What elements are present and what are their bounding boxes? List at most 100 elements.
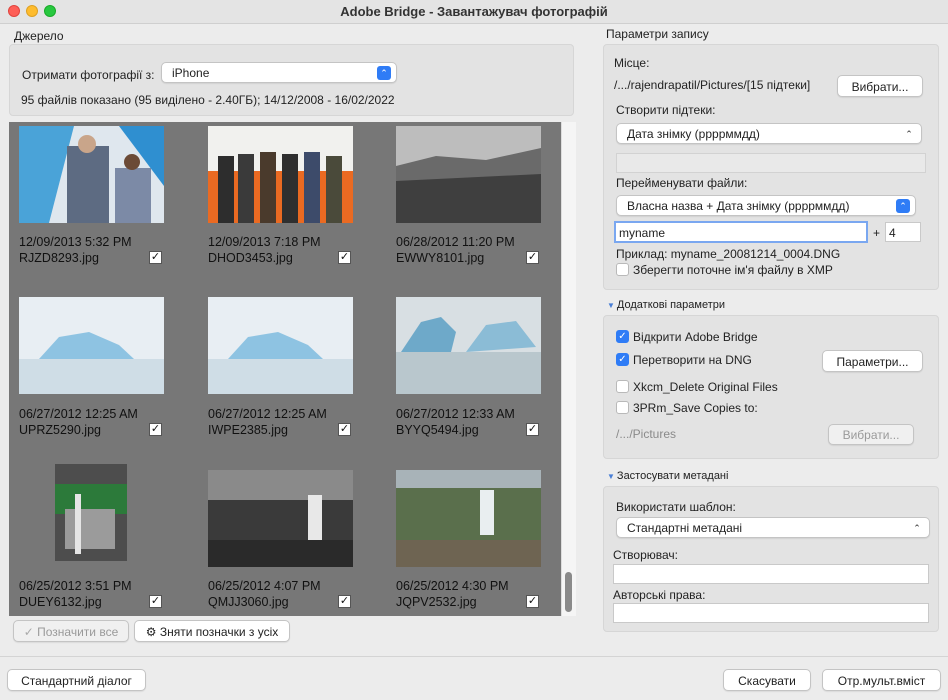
disclosure-triangle-icon: ▼ <box>607 301 615 310</box>
files-summary: 95 файлів показано (95 виділено - 2.40ГБ… <box>21 93 395 107</box>
photo-checkbox[interactable]: ✓ <box>149 595 162 608</box>
device-select-value: iPhone <box>172 66 210 80</box>
rename-select-value: Власна назва + Дата знімку (ррррммдд) <box>627 199 850 213</box>
photo-filename: QMJJ3060.jpg <box>208 595 289 609</box>
photo-filename: RJZD8293.jpg <box>19 251 99 265</box>
photo-filename: EWWY8101.jpg <box>396 251 485 265</box>
check-all-icon: ✓ <box>23 625 34 639</box>
photo-checkbox[interactable]: ✓ <box>526 423 539 436</box>
copies-path: /.../Pictures <box>616 427 677 441</box>
sequence-number-input[interactable]: 4 <box>885 222 921 242</box>
window-title: Adobe Bridge - Завантажувач фотографій <box>340 4 608 19</box>
custom-name-input[interactable]: myname <box>614 221 868 243</box>
creator-input[interactable] <box>613 564 929 584</box>
grid-scrollbar[interactable] <box>561 122 576 616</box>
photo-thumbnail[interactable] <box>396 126 541 223</box>
uncheck-all-button[interactable]: ⚙ Зняти позначки з усіх <box>134 620 290 642</box>
rename-label: Перейменувати файли: <box>616 176 748 190</box>
metadata-template-value: Стандартні метадані <box>627 521 743 535</box>
copyright-label: Авторські права: <box>613 588 706 602</box>
example-text: Приклад: myname_20081214_0004.DNG <box>616 247 841 261</box>
photo-filename: UPRZ5290.jpg <box>19 423 101 437</box>
photo-checkbox[interactable]: ✓ <box>526 595 539 608</box>
template-label: Використати шаблон: <box>616 500 736 514</box>
subfolders-select[interactable]: Дата знімку (ррррммдд) ⌃ <box>616 123 922 144</box>
photo-thumbnail[interactable] <box>396 470 541 567</box>
photo-date: 06/28/2012 11:20 PM <box>396 235 515 249</box>
photo-checkbox[interactable]: ✓ <box>338 251 351 264</box>
check-all-button[interactable]: ✓ Позначити все <box>13 620 129 642</box>
get-photos-label: Отримати фотографії з: <box>22 68 155 82</box>
photo-thumbnail[interactable] <box>208 297 353 394</box>
cancel-button[interactable]: Скасувати <box>723 669 811 691</box>
photo-thumbnail[interactable] <box>208 126 353 223</box>
photo-date: 06/27/2012 12:25 AM <box>208 407 327 421</box>
photo-thumbnail[interactable] <box>396 297 541 394</box>
photo-date: 06/27/2012 12:25 AM <box>19 407 138 421</box>
footer-divider <box>0 656 948 657</box>
photo-thumbnail[interactable] <box>19 297 164 394</box>
save-copies-label: 3PRm_Save Copies to: <box>633 401 758 415</box>
photo-thumbnail[interactable] <box>208 470 353 567</box>
photo-thumbnail[interactable] <box>55 464 127 561</box>
source-panel: Отримати фотографії з: iPhone ⌃ 95 файлі… <box>9 44 574 116</box>
standard-dialog-button[interactable]: Стандартний діалог <box>7 669 146 691</box>
photo-checkbox[interactable]: ✓ <box>338 423 351 436</box>
photo-filename: JQPV2532.jpg <box>396 595 477 609</box>
dng-params-button[interactable]: Параметри... <box>822 350 923 372</box>
device-select[interactable]: iPhone ⌃ <box>161 62 397 83</box>
metadata-section-header[interactable]: ▼ Застосувати метадані <box>607 470 728 482</box>
title-bar: Adobe Bridge - Завантажувач фотографій <box>0 0 948 24</box>
photo-checkbox[interactable]: ✓ <box>338 595 351 608</box>
photo-date: 06/25/2012 3:51 PM <box>19 579 132 593</box>
chevron-updown-icon: ⌃ <box>902 127 916 141</box>
metadata-template-select[interactable]: Стандартні метадані ⌃ <box>616 517 930 538</box>
location-label: Місце: <box>614 56 650 70</box>
photo-checkbox[interactable]: ✓ <box>526 251 539 264</box>
get-media-button[interactable]: Отр.мульт.вміст <box>822 669 941 691</box>
photo-date: 06/25/2012 4:07 PM <box>208 579 321 593</box>
advanced-panel: ✓ Відкрити Adobe Bridge ✓ Перетворити на… <box>603 315 939 459</box>
photo-checkbox[interactable]: ✓ <box>149 423 162 436</box>
rename-select[interactable]: Власна назва + Дата знімку (ррррммдд) ⌃ <box>616 195 916 216</box>
uncheck-all-label: Зняти позначки з усіх <box>159 625 279 639</box>
save-panel: Місце: /.../rajendrapatil/Pictures/[15 п… <box>603 44 939 290</box>
metadata-section-label: Застосувати метадані <box>616 470 729 482</box>
plus-label: + <box>873 226 881 240</box>
photo-date: 06/27/2012 12:33 AM <box>396 407 515 421</box>
preserve-filename-label: Зберегти поточне ім'я файлу в XMP <box>633 263 833 277</box>
photo-thumbnail[interactable] <box>19 126 164 223</box>
check-all-label: Позначити все <box>37 625 119 639</box>
subfolder-preview-field <box>616 153 926 173</box>
metadata-panel: Використати шаблон: Стандартні метадані … <box>603 486 939 632</box>
source-section-label: Джерело <box>14 29 64 43</box>
photo-date: 12/09/2013 5:32 PM <box>19 235 132 249</box>
location-path: /.../rajendrapatil/Pictures/[15 підтеки] <box>614 78 811 92</box>
photo-date: 12/09/2013 7:18 PM <box>208 235 321 249</box>
choose-copies-button[interactable]: Вибрати... <box>828 424 914 445</box>
delete-original-checkbox[interactable] <box>616 380 629 393</box>
photo-filename: DUEY6132.jpg <box>19 595 102 609</box>
choose-location-button[interactable]: Вибрати... <box>837 75 923 97</box>
copyright-input[interactable] <box>613 603 929 623</box>
uncheck-all-icon: ⚙ <box>145 625 157 639</box>
disclosure-triangle-icon: ▼ <box>607 472 615 481</box>
photo-checkbox[interactable]: ✓ <box>149 251 162 264</box>
chevron-updown-icon: ⌃ <box>910 521 924 535</box>
subfolders-label: Створити підтеки: <box>616 103 716 117</box>
convert-dng-label: Перетворити на DNG <box>633 353 752 367</box>
photo-filename: BYYQ5494.jpg <box>396 423 479 437</box>
advanced-section-header[interactable]: ▼ Додаткові параметри <box>607 299 725 311</box>
save-section-label: Параметри запису <box>606 27 709 41</box>
convert-dng-checkbox[interactable]: ✓ <box>616 353 629 366</box>
preserve-filename-checkbox[interactable] <box>616 263 629 276</box>
save-copies-checkbox[interactable] <box>616 401 629 414</box>
grid-scrollbar-thumb[interactable] <box>565 572 572 612</box>
advanced-section-label: Додаткові параметри <box>616 299 726 311</box>
photo-filename: IWPE2385.jpg <box>208 423 288 437</box>
photo-date: 06/25/2012 4:30 PM <box>396 579 509 593</box>
open-bridge-checkbox[interactable]: ✓ <box>616 330 629 343</box>
subfolders-select-value: Дата знімку (ррррммдд) <box>627 127 760 141</box>
open-bridge-label: Відкрити Adobe Bridge <box>633 330 758 344</box>
chevron-updown-icon: ⌃ <box>377 66 391 80</box>
